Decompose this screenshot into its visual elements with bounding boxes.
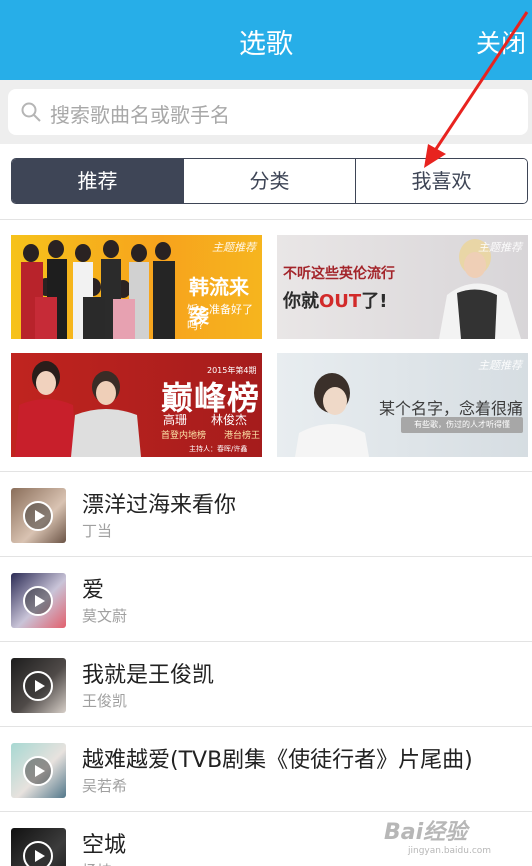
banner-line-2: 你就OUT了! bbox=[283, 287, 387, 313]
album-cover bbox=[11, 573, 66, 628]
list-item[interactable]: 漂洋过海来看你 丁当 bbox=[0, 472, 532, 557]
play-icon[interactable] bbox=[23, 841, 53, 866]
song-artist: 王俊凯 bbox=[82, 692, 128, 710]
close-button[interactable]: 关闭 bbox=[476, 24, 526, 60]
tab-categories[interactable]: 分类 bbox=[183, 159, 355, 203]
search-icon bbox=[21, 102, 41, 122]
banner-names: 高珊 林俊杰 bbox=[163, 413, 248, 427]
banner-quote: 某个名字，念着很痛 bbox=[379, 399, 524, 418]
search-placeholder: 搜索歌曲名或歌手名 bbox=[50, 103, 230, 127]
song-title: 我就是王俊凯 bbox=[82, 663, 215, 688]
banner-host: 主持人：春晖/许鑫 bbox=[189, 445, 248, 453]
banner-tag: 主题推荐 bbox=[478, 241, 522, 254]
banner-singer-image bbox=[295, 373, 369, 457]
list-item[interactable]: 爱 莫文蔚 bbox=[0, 557, 532, 642]
song-artist: 吴若希 bbox=[82, 777, 128, 795]
top-bar: 选歌 关闭 bbox=[0, 0, 532, 80]
banner-korean-wave[interactable]: 主题推荐 韩流来袭 饭，准备好了吗? bbox=[11, 235, 262, 339]
song-artist: 杨坤 bbox=[82, 860, 112, 866]
banner-note: 有些歌，伤过的人才听得懂 bbox=[401, 417, 523, 433]
song-artist: 莫文蔚 bbox=[82, 607, 128, 625]
banner-singers-image bbox=[15, 361, 141, 457]
search-input[interactable]: 搜索歌曲名或歌手名 bbox=[8, 89, 528, 135]
watermark-logo: Bai经验 bbox=[384, 820, 468, 845]
banner-out-text: OUT bbox=[319, 291, 362, 312]
divider bbox=[0, 219, 532, 220]
list-item[interactable]: 越难越爱(TVB剧集《使徒行者》片尾曲) 吴若希 bbox=[0, 727, 532, 812]
tab-favorites[interactable]: 我喜欢 bbox=[355, 159, 527, 203]
song-picker-screen: 选歌 关闭 搜索歌曲名或歌手名 推荐 分类 我喜欢 主题推荐 韩流来袭 饭，准备… bbox=[0, 0, 532, 866]
list-item[interactable]: 我就是王俊凯 王俊凯 bbox=[0, 642, 532, 727]
banner-painful-name[interactable]: 主题推荐 某个名字，念着很痛 有些歌，伤过的人才听得懂 bbox=[277, 353, 528, 457]
banner-subtitle: 饭，准备好了吗? bbox=[187, 303, 253, 332]
banner-line-2-part: 你就 bbox=[283, 291, 319, 312]
play-icon[interactable] bbox=[23, 756, 53, 786]
category-tabs: 推荐 分类 我喜欢 bbox=[11, 158, 528, 204]
song-title: 爱 bbox=[82, 578, 105, 603]
play-icon[interactable] bbox=[23, 586, 53, 616]
song-title: 越难越爱(TVB剧集《使徒行者》片尾曲) bbox=[82, 748, 473, 773]
song-artist: 丁当 bbox=[82, 522, 113, 540]
banner-tag: 主题推荐 bbox=[212, 241, 256, 254]
banner-people-image bbox=[21, 240, 175, 339]
page-title: 选歌 bbox=[239, 29, 293, 60]
album-cover bbox=[11, 828, 66, 866]
album-cover bbox=[11, 743, 66, 798]
banner-line-1: 不听这些英伦流行 bbox=[283, 266, 395, 282]
album-cover bbox=[11, 488, 66, 543]
banner-british-pop[interactable]: 主题推荐 不听这些英伦流行 你就OUT了! bbox=[277, 235, 528, 339]
banner-tag: 主题推荐 bbox=[478, 359, 522, 372]
banner-line-2-end: 了! bbox=[361, 291, 388, 312]
song-title: 漂洋过海来看你 bbox=[82, 493, 237, 518]
album-cover bbox=[11, 658, 66, 713]
play-icon[interactable] bbox=[23, 671, 53, 701]
play-icon[interactable] bbox=[23, 501, 53, 531]
banner-subnames: 首登内地榜 港台榜王 bbox=[161, 431, 261, 441]
search-area: 搜索歌曲名或歌手名 bbox=[0, 80, 532, 144]
watermark-url: jingyan.baidu.com bbox=[408, 846, 492, 856]
banner-top-chart[interactable]: 2015年第4期 巅峰榜 高珊 林俊杰 首登内地榜 港台榜王 主持人：春晖/许鑫 bbox=[11, 353, 262, 457]
song-title: 空城 bbox=[82, 833, 127, 858]
tab-recommended[interactable]: 推荐 bbox=[12, 159, 183, 203]
